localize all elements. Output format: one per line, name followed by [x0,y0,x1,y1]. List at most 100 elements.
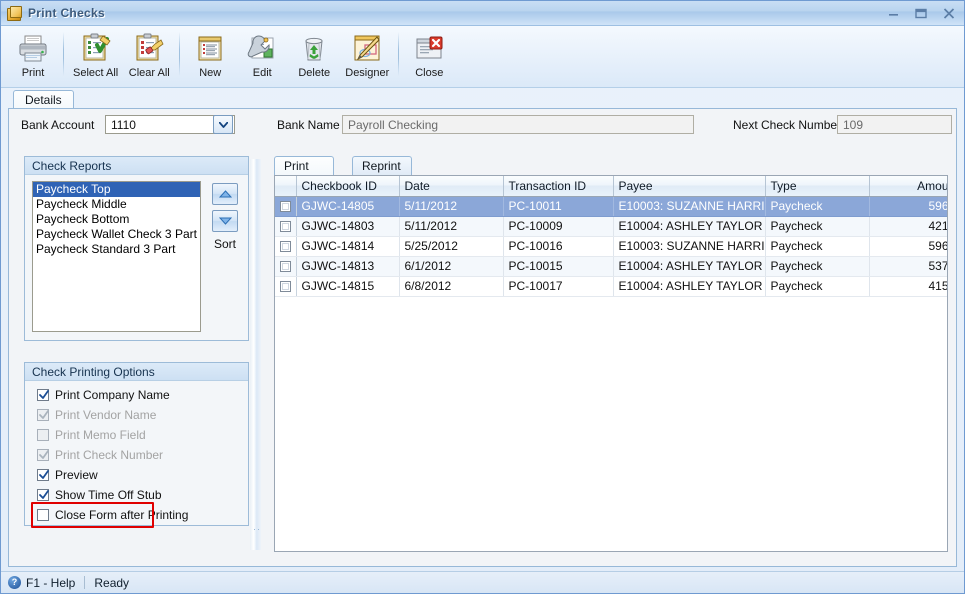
column-header-transaction-id[interactable]: Transaction ID [503,176,614,197]
triangle-down-icon [218,217,232,225]
option-label: Show Time Off Stub [55,488,162,502]
left-pane: Check Reports Paycheck Top Paycheck Midd… [24,156,249,552]
check-reports-title: Check Reports [25,157,248,175]
checkbox[interactable] [37,389,49,401]
status-separator [84,576,86,589]
table-row[interactable]: GJWC-14803 5/11/2012 PC-10009 E10004: AS… [275,216,947,237]
option-close-form-after-printing[interactable]: Close Form after Printing [32,505,241,525]
checkbox[interactable] [37,469,49,481]
toolbar-close-label: Close [415,67,444,79]
chevron-down-icon[interactable] [213,115,233,134]
tab-print-checks[interactable]: Print Checks [274,156,335,187]
toolbar-delete-label: Delete [298,67,331,79]
list-item[interactable]: Paycheck Standard 3 Part [33,242,200,257]
cell-amount: 596.3 [869,236,947,257]
column-header-select[interactable] [275,176,297,197]
cell-date: 6/8/2012 [399,276,504,297]
bank-account-label: Bank Account [21,118,95,132]
tab-reprint-checks[interactable]: Reprint Checks [352,156,412,187]
close-button[interactable] [940,5,958,21]
cell-type: Paycheck [765,236,870,257]
toolbar-edit[interactable]: Edit [236,29,288,79]
row-checkbox-cell[interactable] [275,236,297,257]
column-header-amount[interactable]: Amount [869,176,947,197]
pane-splitter[interactable]: ·· [250,159,261,550]
cell-payee: E10003: SUZANNE HARRIS [613,196,766,217]
row-checkbox-cell[interactable] [275,276,297,297]
option-print-check-number: Print Check Number [32,445,241,465]
option-print-memo-field: Print Memo Field [32,425,241,445]
list-item[interactable]: Paycheck Top [33,182,200,197]
list-item[interactable]: Paycheck Bottom [33,212,200,227]
column-header-payee[interactable]: Payee [613,176,766,197]
printing-options-list: Print Company Name Print Vendor Name Pri… [31,385,241,528]
next-check-number-field[interactable]: 109 [837,115,952,134]
table-row[interactable]: GJWC-14814 5/25/2012 PC-10016 E10003: SU… [275,236,947,257]
column-header-date[interactable]: Date [399,176,504,197]
cell-transaction-id: PC-10011 [503,196,614,217]
toolbar: Print Select All Clear All New Edit Dele… [1,26,964,88]
checkbox[interactable] [37,509,49,521]
checkbox[interactable] [37,489,49,501]
checkbox[interactable] [279,281,291,293]
checkbook-icon [6,5,22,21]
triangle-up-icon [218,190,232,198]
cell-type: Paycheck [765,196,870,217]
option-show-time-off-stub[interactable]: Show Time Off Stub [32,485,241,505]
checkbox[interactable] [279,201,291,213]
checks-grid[interactable]: Checkbook ID Date Transaction ID Payee T… [274,175,948,552]
toolbar-separator [179,32,181,76]
row-checkbox-cell[interactable] [275,216,297,237]
toolbar-designer[interactable]: Designer [340,29,394,79]
next-check-number-label: Next Check Number [733,118,842,132]
checkbox[interactable] [279,261,291,273]
main-tabstrip: Details [1,88,964,110]
table-row[interactable]: GJWC-14805 5/11/2012 PC-10011 E10003: SU… [275,196,947,217]
help-label[interactable]: F1 - Help [26,576,75,590]
right-pane: Print Checks Reprint Checks Checkbook ID… [274,156,948,552]
list-item[interactable]: Paycheck Wallet Check 3 Part [33,227,200,242]
column-header-checkbook-id[interactable]: Checkbook ID [296,176,400,197]
option-label: Close Form after Printing [55,508,189,522]
option-label: Print Memo Field [55,428,146,442]
column-header-type[interactable]: Type [765,176,870,197]
toolbar-new[interactable]: New [184,29,236,79]
maximize-button[interactable] [912,5,930,21]
close-window-icon [413,32,445,64]
toolbar-close[interactable]: Close [403,29,455,79]
toolbar-delete[interactable]: Delete [288,29,340,79]
cell-date: 6/1/2012 [399,256,504,277]
checklist-check-icon [80,32,112,64]
bank-account-combo[interactable]: 1110 [105,115,235,134]
row-checkbox-cell[interactable] [275,256,297,277]
table-row[interactable]: GJWC-14813 6/1/2012 PC-10015 E10004: ASH… [275,256,947,277]
check-reports-group: Check Reports Paycheck Top Paycheck Midd… [24,156,249,341]
cell-type: Paycheck [765,256,870,277]
status-text: Ready [94,575,130,590]
checkbox[interactable] [279,221,291,233]
toolbar-edit-label: Edit [252,67,272,79]
cell-amount: 596.3 [869,196,947,217]
minimize-button[interactable] [884,5,902,21]
toolbar-clear-all-label: Clear All [128,67,170,79]
title-bar: Print Checks [1,1,964,26]
check-reports-list[interactable]: Paycheck Top Paycheck Middle Paycheck Bo… [32,181,201,332]
table-header-row: Checkbook ID Date Transaction ID Payee T… [275,176,947,197]
toolbar-select-all[interactable]: Select All [68,29,123,79]
cell-transaction-id: PC-10016 [503,236,614,257]
designer-pencil-icon [351,32,383,64]
bank-name-field[interactable]: Payroll Checking [342,115,694,134]
toolbar-print[interactable]: Print [7,29,59,79]
toolbar-clear-all[interactable]: Clear All [123,29,175,79]
tab-details[interactable]: Details [13,90,74,110]
option-print-company-name[interactable]: Print Company Name [32,385,241,405]
list-item[interactable]: Paycheck Middle [33,197,200,212]
checkbox [37,449,49,461]
table-row[interactable]: GJWC-14815 6/8/2012 PC-10017 E10004: ASH… [275,276,947,297]
row-checkbox-cell[interactable] [275,196,297,217]
sort-down-button[interactable] [212,210,238,232]
cell-checkbook-id: GJWC-14814 [296,236,400,257]
checkbox[interactable] [279,241,291,253]
sort-up-button[interactable] [212,183,238,205]
option-preview[interactable]: Preview [32,465,241,485]
